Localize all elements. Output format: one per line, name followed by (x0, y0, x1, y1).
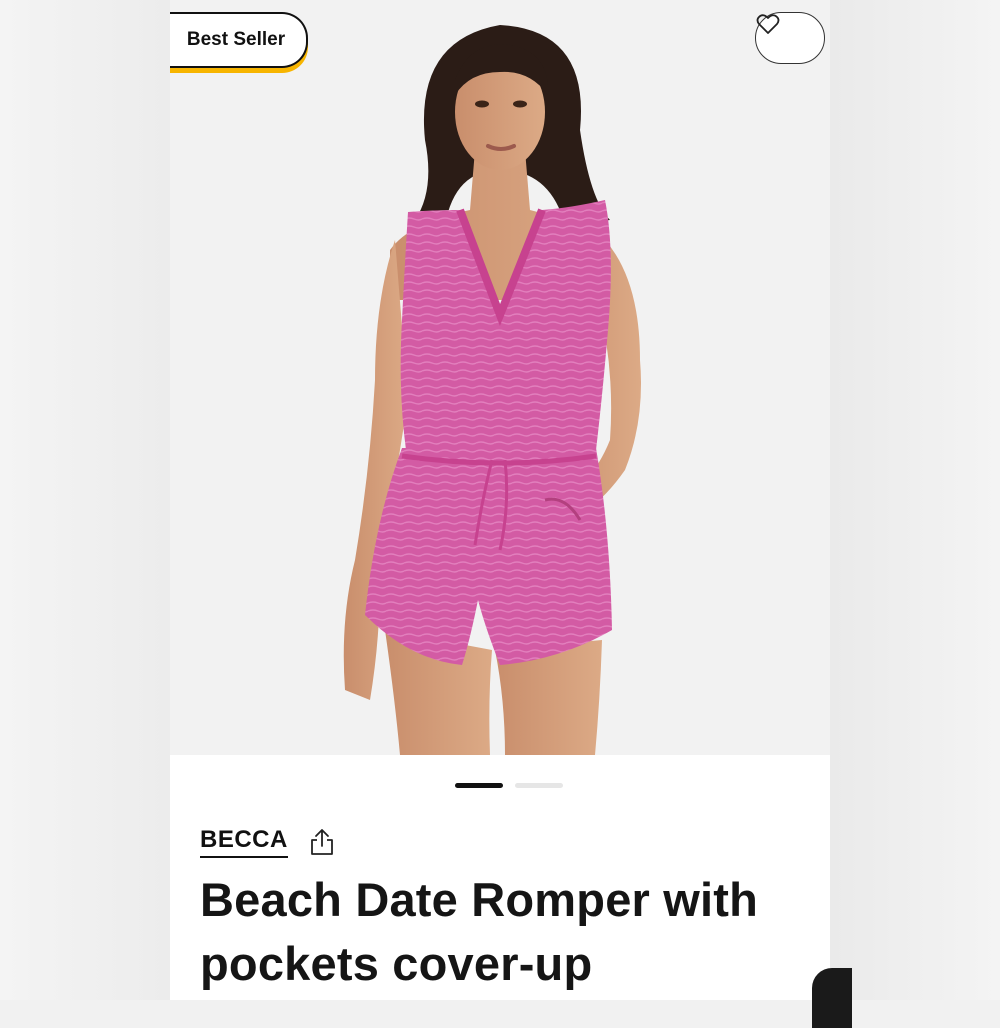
pager-dot-active[interactable] (455, 783, 503, 788)
share-button[interactable] (308, 827, 336, 857)
model-photo-illustration (170, 0, 830, 755)
chat-button[interactable] (812, 968, 852, 1028)
brand-row: BECCA (200, 826, 336, 858)
share-icon (310, 829, 333, 855)
best-seller-badge: Best Seller (170, 12, 308, 68)
pager-dot[interactable] (515, 783, 563, 788)
product-title: Beach Date Romper with pockets cover-up (200, 873, 759, 990)
product-card: Best Seller BECCA Beach Date Romper with… (170, 0, 830, 1000)
right-backdrop (830, 0, 1000, 1000)
left-backdrop (0, 0, 170, 1000)
best-seller-label: Best Seller (186, 29, 286, 50)
favorite-button[interactable] (755, 12, 825, 64)
image-pager (455, 783, 563, 788)
brand-link[interactable]: BECCA (200, 826, 288, 858)
heart-icon (756, 14, 780, 34)
product-image[interactable]: Best Seller (170, 0, 830, 755)
